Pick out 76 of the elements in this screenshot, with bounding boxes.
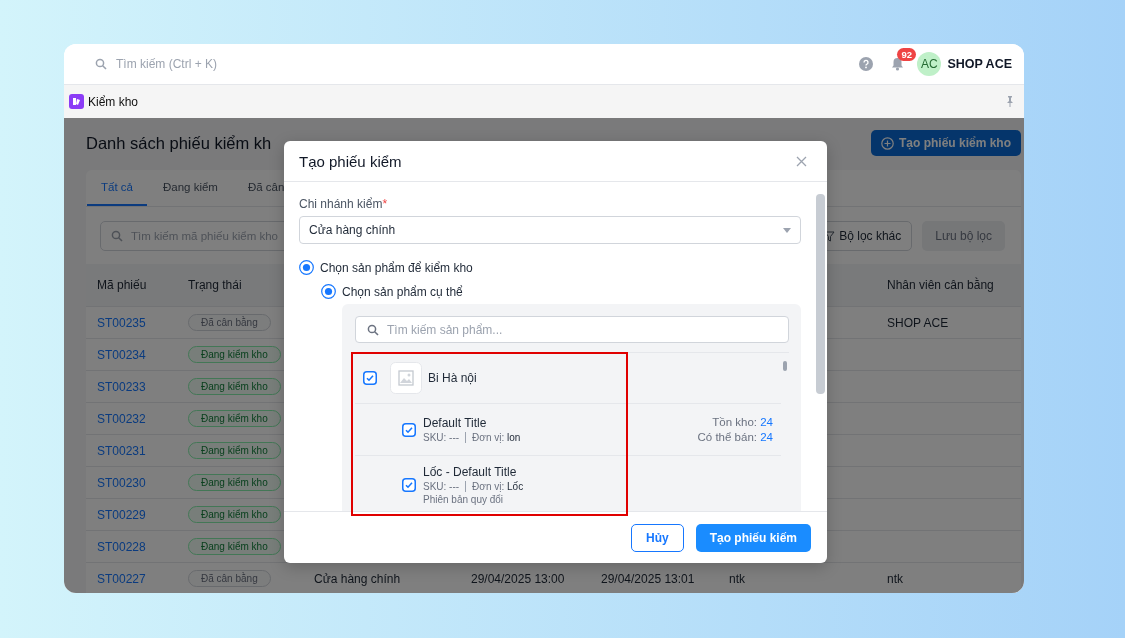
column-header: Nhân viên cân bằng (887, 278, 994, 292)
pin-icon[interactable] (1005, 96, 1015, 107)
sku-text: SKU: --- (423, 481, 460, 492)
caret-icon (783, 227, 791, 233)
required-mark: * (382, 197, 388, 211)
search-icon (95, 58, 107, 70)
variant-title: Lốc - Default Title (423, 465, 518, 479)
table-cell: 29/04/2025 13:01 (601, 571, 695, 586)
status-tag: Đã cân bằng (188, 314, 271, 331)
checkbox[interactable] (363, 371, 377, 385)
close-icon[interactable] (796, 155, 807, 167)
stock-value: 24 (760, 415, 773, 428)
search-icon (367, 324, 379, 336)
unit-text: Đơn vị: lon (472, 432, 521, 443)
voucher-link[interactable]: ST00229 (97, 507, 146, 522)
status-tag: Đang kiểm kho (188, 474, 281, 491)
voucher-link[interactable]: ST00235 (97, 315, 146, 330)
status-tag: Đã cân bằng (188, 570, 271, 587)
page-title: Danh sách phiếu kiểm kh (86, 133, 272, 153)
table-cell: Cửa hàng chính (314, 571, 401, 586)
status-tag: Đang kiểm kho (188, 410, 281, 427)
available-value: 24 (760, 430, 773, 443)
stock-label: Tồn kho: (712, 415, 757, 428)
voucher-link[interactable]: ST00233 (97, 379, 146, 394)
create-voucher-button[interactable]: Tạo phiếu kiếm (695, 523, 811, 552)
avatar[interactable]: AC (917, 52, 942, 76)
radio-label: Chọn sản phẩm cụ thể (342, 284, 463, 299)
search-icon (111, 230, 123, 242)
sku-text: SKU: --- (423, 432, 460, 443)
filter-icon (824, 230, 836, 242)
checkbox[interactable] (402, 422, 416, 437)
branch-select[interactable]: Cửa hàng chính (299, 216, 801, 244)
table-cell: 29/04/2025 13:00 (471, 571, 565, 586)
search-placeholder[interactable]: Tìm kiếm (Ctrl + K) (116, 57, 217, 71)
app-tab[interactable]: Kiểm kho (88, 94, 139, 109)
account-name[interactable]: SHOP ACE (947, 57, 1012, 71)
voucher-link[interactable]: ST00234 (97, 347, 146, 362)
status-tab[interactable]: Đang kiểm (148, 170, 232, 206)
notification-badge: 92 (897, 48, 916, 61)
unit-text: Đơn vị: Lốc (472, 481, 524, 492)
create-button[interactable]: Tạo phiếu kiểm kho (870, 130, 1021, 156)
status-tab[interactable]: Đã cân (233, 170, 285, 206)
field-label: Chi nhánh kiểm (299, 197, 383, 211)
voucher-link[interactable]: ST00232 (97, 411, 146, 426)
table-cell: ntk (729, 571, 745, 586)
column-header: Trạng thái (188, 278, 242, 292)
plus-circle-icon (880, 136, 894, 150)
status-tag: Đang kiểm kho (188, 346, 281, 363)
voucher-link[interactable]: ST00228 (97, 539, 146, 554)
save-filter-button[interactable]: Lưu bộ lọc (922, 221, 1005, 251)
table-cell: ntk (887, 571, 903, 586)
modal-title: Tạo phiếu kiểm (299, 152, 402, 170)
table-cell: SHOP ACE (887, 315, 949, 330)
status-tag: Đang kiểm kho (188, 378, 281, 395)
available-label: Có thể bán: (697, 430, 757, 443)
column-header: Mã phiếu (97, 278, 147, 292)
radio-button[interactable] (321, 284, 336, 299)
product-search-field[interactable]: Tìm kiếm sản phẩm... (355, 316, 789, 343)
status-tag: Đang kiểm kho (188, 442, 281, 459)
status-tag: Đang kiểm kho (188, 538, 281, 555)
radio-label: Chọn sản phẩm để kiểm kho (320, 260, 473, 275)
checkbox[interactable] (402, 478, 416, 492)
status-tag: Đang kiểm kho (188, 506, 281, 523)
product-name: Bi Hà nội (428, 371, 477, 385)
voucher-link[interactable]: ST00230 (97, 475, 146, 490)
cancel-button[interactable]: Hủy (630, 523, 684, 552)
voucher-link[interactable]: ST00231 (97, 443, 146, 458)
variant-note: Phiên bản quy đổi (423, 494, 505, 505)
image-placeholder-icon (390, 362, 422, 394)
radio-button[interactable] (299, 260, 314, 275)
bell-icon[interactable] (891, 57, 905, 71)
variant-title: Default Title (423, 416, 488, 430)
app-icon (69, 94, 84, 109)
help-icon[interactable] (859, 57, 874, 71)
voucher-link[interactable]: ST00227 (97, 571, 146, 586)
status-tab[interactable]: Tất cả (87, 170, 147, 206)
